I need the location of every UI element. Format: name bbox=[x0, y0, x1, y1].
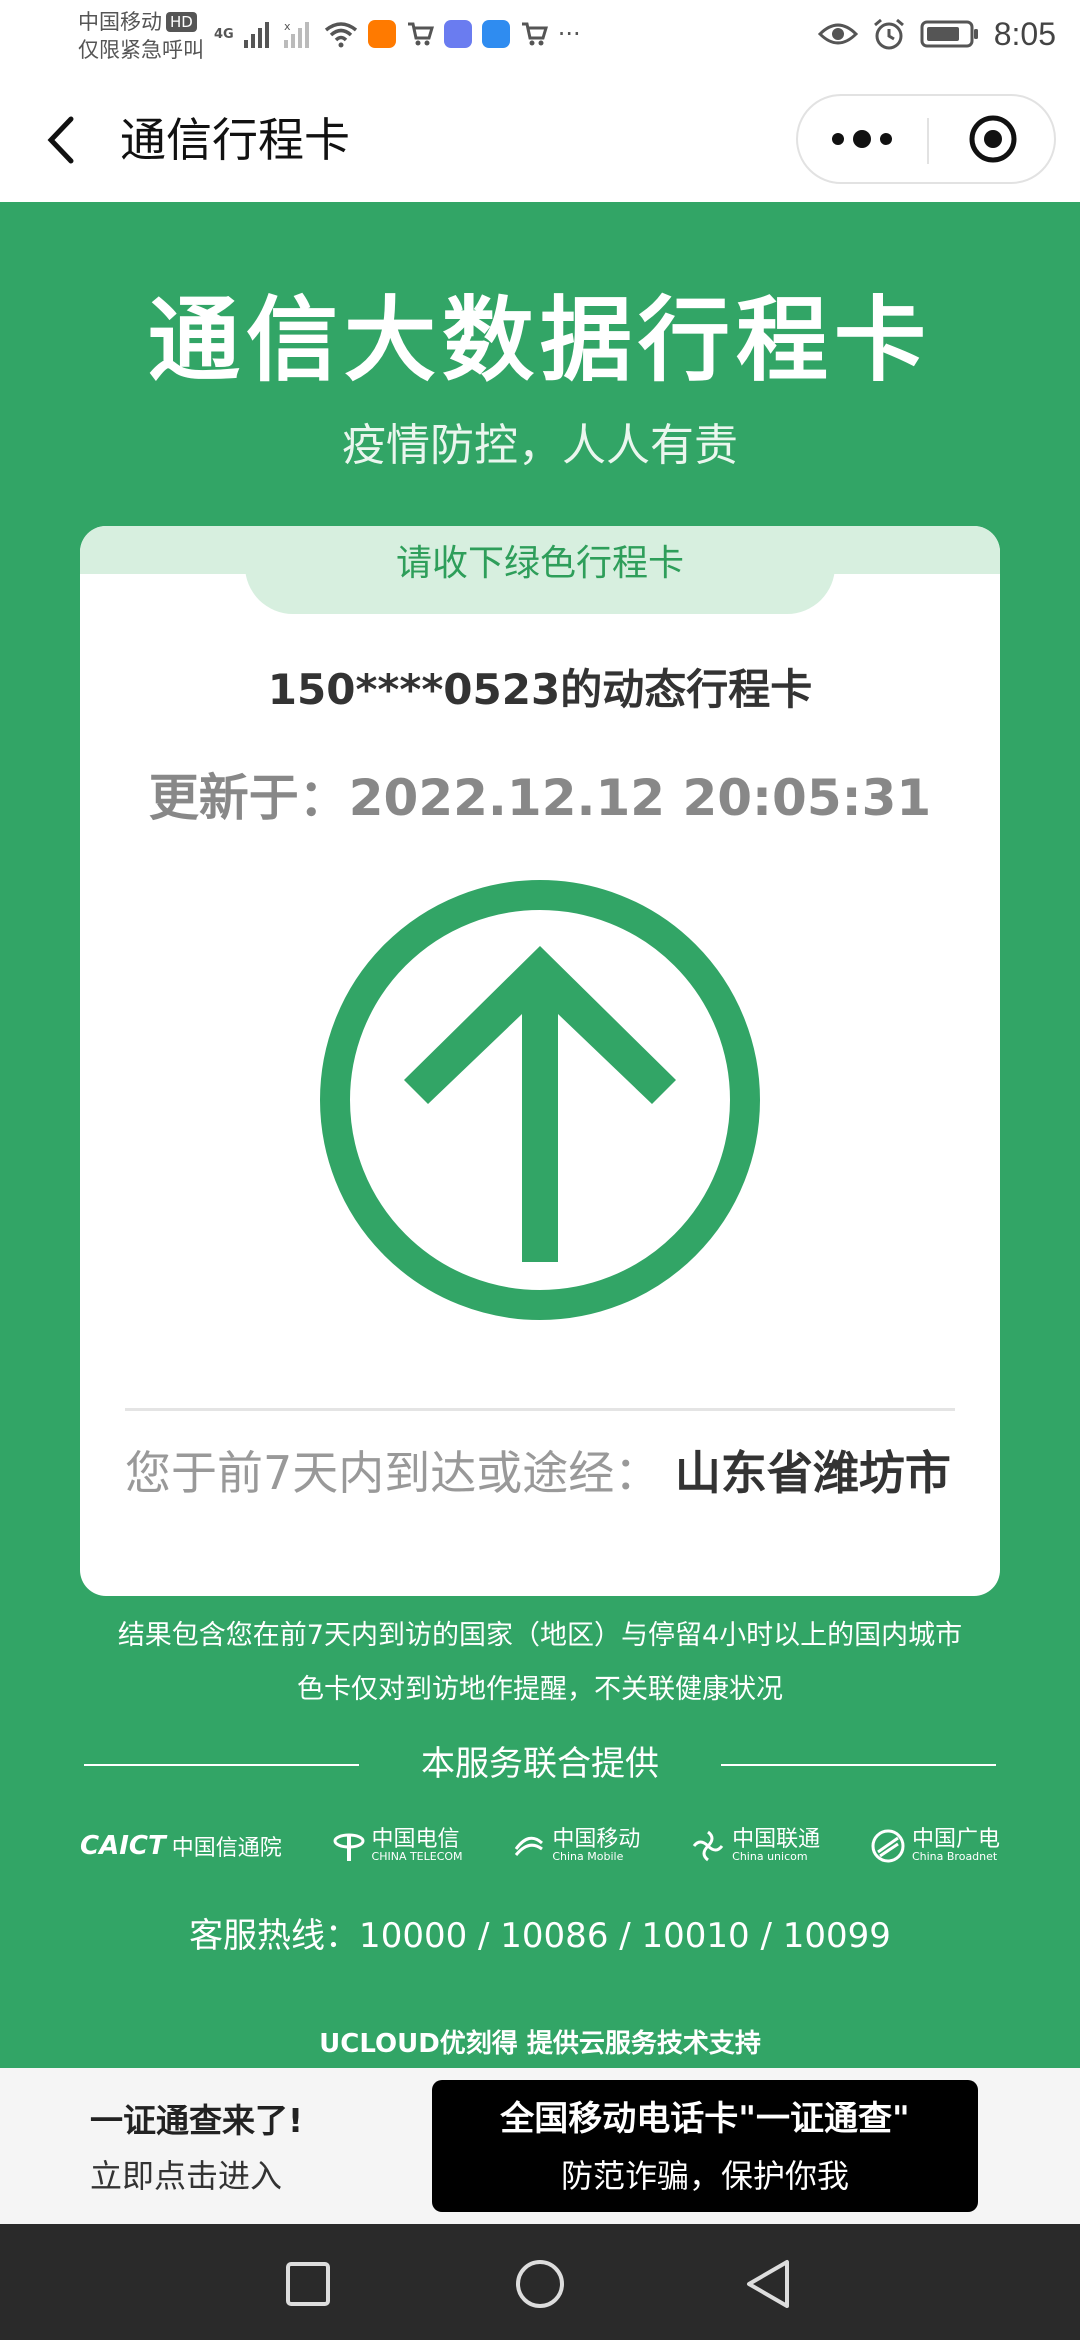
provider-logos: CAICT 中国信通院 中国电信 CHINA TELECOM 中国移动 China … bbox=[80, 1816, 1000, 1876]
ucloud-credit: UCLOUD优刻得 提供云服务技术支持 bbox=[319, 2029, 761, 2059]
broadnet-icon bbox=[871, 1829, 905, 1863]
miniprogram-capsule bbox=[796, 94, 1056, 184]
telecom-logo: 中国电信 CHINA TELECOM bbox=[332, 1829, 463, 1863]
main-content: 通信大数据行程卡 疫情防控，人人有责 请收下绿色行程卡 150****0523的… bbox=[0, 202, 1080, 2068]
home-button[interactable] bbox=[510, 2254, 570, 2314]
route-prefix: 您于前7天内到达或途经： bbox=[125, 1446, 661, 1500]
battery-icon bbox=[920, 20, 978, 48]
slogan: 疫情防控，人人有责 bbox=[342, 420, 738, 471]
caict-name: 中国信通院 bbox=[171, 1836, 282, 1861]
route-places: 山东省潍坊市 bbox=[674, 1446, 951, 1500]
ad-title: 全国移动电话卡"一证通查" bbox=[500, 2099, 910, 2139]
signal-icon bbox=[243, 22, 269, 48]
green-arrow-icon bbox=[320, 880, 760, 1320]
target-close-icon bbox=[969, 115, 1016, 163]
page-title: 通信行程卡 bbox=[120, 113, 350, 167]
taobao-icon bbox=[367, 20, 396, 48]
mobile-en: China Mobile bbox=[552, 1850, 624, 1863]
mobile-icon bbox=[515, 1836, 544, 1856]
hd-badge: HD bbox=[166, 12, 197, 32]
banner-ad-button[interactable]: 全国移动电话卡"一证通查" 防范诈骗，保护你我 bbox=[432, 2080, 978, 2212]
broadnet-logo: 中国广电 China Broadnet bbox=[870, 1828, 1000, 1864]
broadnet-en: China Broadnet bbox=[911, 1850, 998, 1863]
telecom-name: 中国电信 bbox=[371, 1827, 460, 1852]
recents-button[interactable] bbox=[278, 2254, 338, 2314]
close-miniprogram-button[interactable] bbox=[929, 96, 1056, 182]
mobile-logo: 中国移动 China Mobile bbox=[512, 1829, 640, 1863]
more-dot-icon bbox=[880, 133, 892, 145]
wifi-icon bbox=[324, 22, 357, 48]
carrier-info: 中国移动 HD 仅限紧急呼叫 bbox=[78, 8, 204, 64]
status-icons-right: 8:05 bbox=[817, 14, 1056, 54]
telecom-icon bbox=[333, 1833, 365, 1861]
chevron-left-icon bbox=[47, 116, 74, 164]
carrier-status: 仅限紧急呼叫 bbox=[78, 38, 204, 62]
cloud-icon bbox=[481, 20, 510, 48]
alarm-icon bbox=[873, 18, 904, 50]
unicom-en: China unicom bbox=[732, 1850, 808, 1863]
unicom-name: 中国联通 bbox=[732, 1827, 821, 1852]
more-notifications: ··· bbox=[557, 20, 581, 48]
circle-icon bbox=[516, 2260, 564, 2308]
banner-subtitle: 立即点击进入 bbox=[90, 2157, 283, 2195]
mobile-name: 中国移动 bbox=[552, 1827, 641, 1852]
banner-title: 一证通查来了! bbox=[90, 2101, 304, 2140]
promo-banner[interactable]: 一证通查来了! 立即点击进入 全国移动电话卡"一证通查" 防范诈骗，保护你我 bbox=[0, 2068, 1080, 2224]
ad-subtitle: 防范诈骗，保护你我 bbox=[560, 2157, 849, 2195]
network-label: 4G bbox=[214, 26, 234, 42]
square-icon bbox=[286, 2262, 330, 2306]
status-bar: 中国移动 HD 仅限紧急呼叫 4G x ··· 8:05 bbox=[0, 0, 1080, 78]
cart-icon bbox=[407, 22, 434, 46]
caict-logo: CAICT 中国信通院 bbox=[80, 1830, 282, 1862]
more-button[interactable] bbox=[798, 96, 926, 182]
app-icon bbox=[443, 20, 472, 48]
telecom-en: CHINA TELECOM bbox=[371, 1850, 463, 1863]
unicom-icon bbox=[692, 1830, 724, 1862]
route-info: 您于前7天内到达或途经： 山东省潍坊市 bbox=[125, 1442, 965, 1504]
system-navigation-bar bbox=[0, 2224, 1080, 2340]
status-icons-left: 4G x ··· bbox=[214, 16, 581, 52]
headline: 通信大数据行程卡 bbox=[147, 287, 932, 394]
clock: 8:05 bbox=[993, 15, 1056, 52]
service-hotline: 客服热线：10000 / 10086 / 10010 / 10099 bbox=[189, 1916, 891, 1956]
note-line-2: 色卡仅对到访地作提醒，不关联健康状况 bbox=[297, 1674, 783, 1705]
provider-divider-right bbox=[721, 1764, 996, 1766]
itinerary-card: 请收下绿色行程卡 150****0523的动态行程卡 更新于：2022.12.1… bbox=[80, 526, 1000, 1596]
note-line-1: 结果包含您在前7天内到访的国家（地区）与停留4小时以上的国内城市 bbox=[117, 1620, 963, 1651]
carrier-name: 中国移动 bbox=[78, 10, 162, 34]
card-divider bbox=[125, 1408, 955, 1411]
triangle-back-icon bbox=[747, 2260, 789, 2308]
back-button[interactable] bbox=[34, 108, 86, 172]
back-nav-button[interactable] bbox=[738, 2254, 798, 2314]
eye-icon bbox=[817, 23, 858, 45]
update-time: 更新于：2022.12.12 20:05:31 bbox=[148, 769, 932, 827]
signal-off-icon: x bbox=[283, 20, 309, 48]
phone-itinerary-title: 150****0523的动态行程卡 bbox=[267, 665, 813, 714]
provider-header: 本服务联合提供 bbox=[84, 1742, 996, 1786]
unicom-logo: 中国联通 China unicom bbox=[690, 1828, 820, 1864]
svg-text:x: x bbox=[284, 20, 291, 33]
more-dot-icon bbox=[832, 133, 844, 145]
caict-mark: CAICT bbox=[80, 1831, 166, 1861]
cart-icon bbox=[521, 22, 548, 46]
card-tab-label: 请收下绿色行程卡 bbox=[395, 543, 684, 584]
broadnet-name: 中国广电 bbox=[911, 1827, 1000, 1852]
more-dot-icon bbox=[853, 130, 871, 148]
navigation-bar: 通信行程卡 bbox=[0, 78, 1080, 202]
